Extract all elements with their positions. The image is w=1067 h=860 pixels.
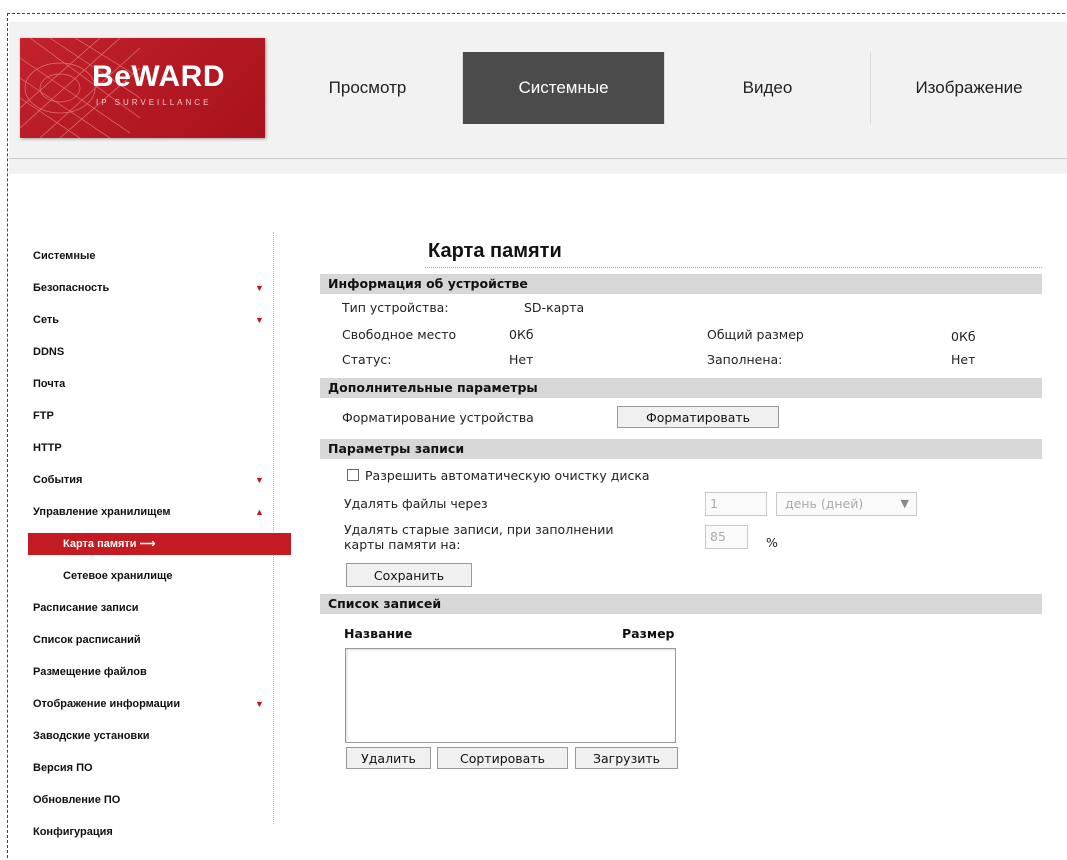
auto-clean-checkbox[interactable] (347, 469, 359, 481)
device-type-label: Тип устройства: (342, 300, 449, 315)
column-size-header: Размер (622, 626, 675, 641)
sidebar-item-label: Карта памяти (63, 538, 137, 550)
sidebar-item-label: HTTP (33, 442, 62, 454)
format-device-label: Форматирование устройства (342, 410, 534, 425)
tab-image[interactable]: Изображение (871, 52, 1067, 124)
tab-system[interactable]: Системные (463, 52, 665, 124)
section-extra-params: Дополнительные параметры (320, 378, 1042, 398)
sidebar-item-security[interactable]: Безопасность ▼ (10, 272, 272, 304)
download-button[interactable]: Загрузить (575, 747, 678, 769)
sidebar-item-http[interactable]: HTTP (10, 432, 272, 464)
sidebar-item-firmware-version[interactable]: Версия ПО (10, 752, 272, 784)
delete-after-unit-select[interactable]: день (дней) ▼ (776, 492, 917, 516)
sidebar-item-storage[interactable]: Управление хранилищем ▲ (10, 496, 272, 528)
arrow-right-icon: ⟶ (139, 538, 156, 550)
sort-button[interactable]: Сортировать (437, 747, 568, 769)
sidebar-item-label: DDNS (33, 346, 65, 358)
full-value: Нет (951, 352, 976, 367)
format-button[interactable]: Форматировать (617, 406, 779, 428)
expand-arrow-icon: ▼ (255, 699, 264, 709)
title-underline (425, 267, 1042, 268)
page-title: Карта памяти (428, 240, 562, 262)
records-listbox[interactable] (345, 648, 676, 743)
device-type-value: SD-карта (524, 300, 585, 315)
delete-old-label-line2: карты памяти на: (344, 537, 461, 552)
delete-button[interactable]: Удалить (346, 747, 431, 769)
sidebar-item-label: Системные (33, 250, 96, 262)
total-size-value: 0Кб (951, 329, 976, 344)
expand-arrow-icon: ▼ (255, 283, 264, 293)
delete-after-input[interactable]: 1 (705, 492, 767, 516)
sidebar-item-label: Отображение информации (33, 698, 181, 710)
logo-subtext: IP SURVEILLANCE (96, 98, 212, 107)
section-record-params: Параметры записи (320, 439, 1042, 459)
status-label: Статус: (342, 352, 392, 367)
sidebar-item-info-display[interactable]: Отображение информации ▼ (10, 688, 272, 720)
sidebar-item-ftp[interactable]: FTP (10, 400, 272, 432)
delete-old-label-line1: Удалять старые записи, при заполнении (344, 522, 614, 537)
sidebar-item-mail[interactable]: Почта (10, 368, 272, 400)
sidebar-item-label: Заводские установки (33, 730, 150, 742)
sidebar-item-label: Безопасность (33, 282, 110, 294)
sidebar-item-label: Управление хранилищем (33, 506, 171, 518)
sidebar-item-label: Конфигурация (33, 826, 113, 838)
sidebar-item-label: Версия ПО (33, 762, 93, 774)
beward-logo: BeWARD IP SURVEILLANCE (20, 38, 265, 138)
section-records-list: Список записей (320, 594, 1042, 614)
sidebar-item-network-storage[interactable]: Сетевое хранилище (10, 560, 272, 592)
select-value: день (дней) (785, 496, 864, 511)
sidebar: Системные Безопасность ▼ Сеть ▼ DDNS Почта… (10, 240, 291, 848)
sidebar-item-label: Расписание записи (33, 602, 139, 614)
sidebar-item-ddns[interactable]: DDNS (10, 336, 272, 368)
sidebar-item-firmware-update[interactable]: Обновление ПО (10, 784, 272, 816)
section-device-info: Информация об устройстве (320, 274, 1042, 294)
delete-after-label: Удалять файлы через (344, 496, 488, 511)
sidebar-item-label: Обновление ПО (33, 794, 121, 806)
tab-view[interactable]: Просмотр (273, 52, 463, 124)
collapse-arrow-icon: ▲ (255, 507, 264, 517)
status-value: Нет (509, 352, 534, 367)
sidebar-item-label: Список расписаний (33, 634, 141, 646)
delete-old-percent-input[interactable]: 85 (705, 525, 748, 549)
sidebar-item-label: Сетевое хранилище (63, 570, 173, 582)
sidebar-item-label: Размещение файлов (33, 666, 147, 678)
sidebar-item-events[interactable]: События ▼ (10, 464, 272, 496)
free-space-value: 0Кб (509, 327, 534, 342)
free-space-label: Свободное место (342, 327, 457, 342)
sidebar-item-label: События (33, 474, 83, 486)
sidebar-item-label: FTP (33, 410, 54, 422)
sidebar-item-schedule-list[interactable]: Список расписаний (10, 624, 272, 656)
sidebar-item-memory-card[interactable]: Карта памяти ⟶ (28, 533, 291, 555)
chevron-down-icon: ▼ (900, 497, 909, 510)
sidebar-item-system[interactable]: Системные (10, 240, 272, 272)
top-navigation: Просмотр Системные Видео Изображение (273, 52, 1067, 124)
auto-clean-label: Разрешить автоматическую очистку диска (365, 468, 650, 483)
sidebar-item-file-placement[interactable]: Размещение файлов (10, 656, 272, 688)
total-size-label: Общий размер (707, 327, 804, 342)
percent-unit: % (766, 535, 778, 550)
column-name-header: Название (344, 626, 413, 641)
sidebar-item-configuration[interactable]: Конфигурация (10, 816, 272, 848)
header-divider (9, 158, 1067, 159)
tab-video[interactable]: Видео (665, 52, 871, 124)
full-label: Заполнена: (707, 352, 783, 367)
sidebar-divider (273, 232, 274, 824)
sidebar-item-factory-reset[interactable]: Заводские установки (10, 720, 272, 752)
sidebar-item-network[interactable]: Сеть ▼ (10, 304, 272, 336)
sidebar-item-label: Почта (33, 378, 66, 390)
expand-arrow-icon: ▼ (255, 475, 264, 485)
sidebar-item-label: Сеть (33, 314, 60, 326)
sidebar-item-record-schedule[interactable]: Расписание записи (10, 592, 272, 624)
logo-text: BeWARD (92, 60, 226, 93)
save-button[interactable]: Сохранить (346, 563, 472, 587)
expand-arrow-icon: ▼ (255, 315, 264, 325)
